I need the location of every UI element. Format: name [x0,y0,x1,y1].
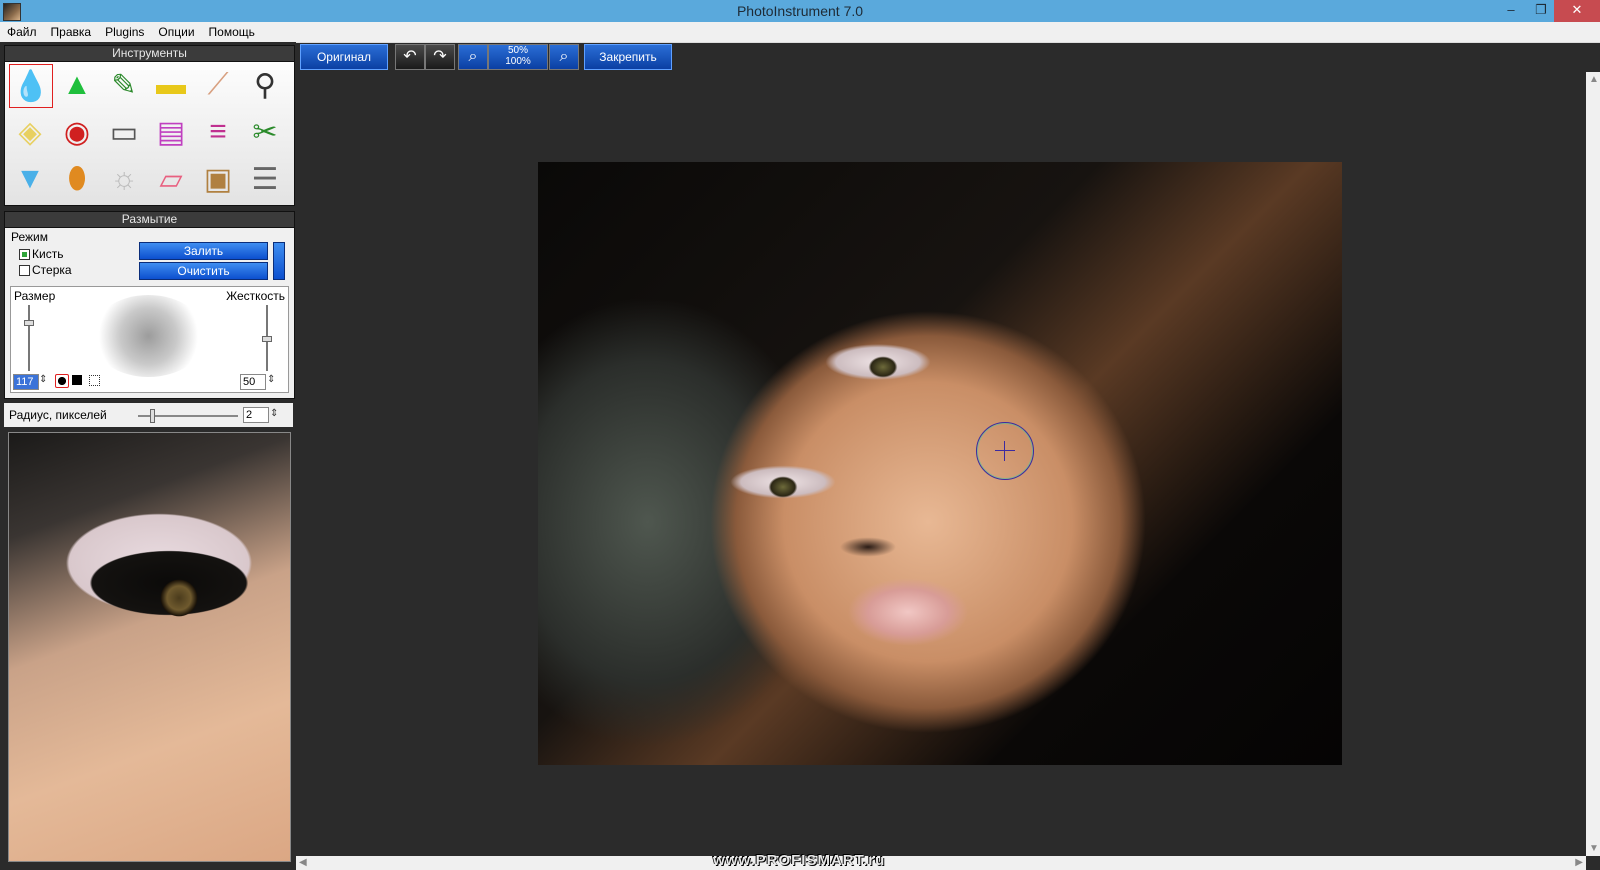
restore-button[interactable]: ❐ [1526,0,1556,22]
finger-smudge-icon[interactable]: ⟋ [197,64,239,106]
zoom-out-icon[interactable]: ⌕ [458,44,488,70]
zoom-in-icon[interactable]: ⌕ [549,44,579,70]
close-button[interactable]: ✕ [1554,0,1600,22]
zoom-level-button[interactable]: 50% 100% [488,44,548,70]
horizontal-scrollbar[interactable]: ◀ ▶ [296,856,1586,870]
eraser-checkbox[interactable] [19,265,30,276]
brush-preview-box: Размер Жесткость 117 ⇕ 50 ⇕ [10,286,289,393]
round-brush-icon[interactable] [55,374,69,388]
hardness-input[interactable]: 50 [240,374,266,390]
red-eye-icon[interactable]: ◉ [56,111,98,153]
watermark: www.PROFISMART.ru [713,852,886,869]
gradient-bw-icon[interactable]: ▭ [103,111,145,153]
radius-slider-thumb[interactable] [150,409,155,423]
fill-button[interactable]: Залить [139,242,268,260]
color-lines-icon[interactable]: ≡ [197,111,239,153]
stamp-icon[interactable]: ▬ [150,64,192,106]
zoom-50-label: 50% [507,45,528,56]
zoom-preview [8,432,291,862]
undo-icon[interactable]: ↶ [395,44,425,70]
menu-options[interactable]: Опции [151,22,201,42]
brush-checkbox[interactable] [19,249,30,260]
scissors-icon[interactable]: ✂ [244,111,286,153]
scroll-right-icon[interactable]: ▶ [1575,857,1583,868]
hardness-slider-thumb[interactable] [262,336,272,342]
menu-help[interactable]: Помощь [202,22,262,42]
clear-button[interactable]: Очистить [139,262,268,280]
bulb-icon[interactable]: ☼ [103,158,145,200]
tv-icon[interactable]: ▣ [197,158,239,200]
mode-toggle-button[interactable] [273,242,285,280]
size-slider-thumb[interactable] [24,320,34,326]
scroll-left-icon[interactable]: ◀ [299,857,307,868]
hardness-label: Жесткость [226,289,285,303]
bottle-icon[interactable]: ⬮ [56,158,98,200]
eraser-icon[interactable]: ▱ [150,158,192,200]
square-brush-icon[interactable] [72,375,82,385]
size-spin-icon[interactable]: ⇕ [39,374,47,385]
pin-icon[interactable]: ⚲ [244,64,286,106]
blur-drop-icon[interactable]: 💧 [9,64,53,108]
tube-icon[interactable]: ▼ [9,158,51,200]
brush-preview-circle [91,295,206,377]
window-title: PhotoInstrument 7.0 [736,3,864,19]
diamond-icon[interactable]: ◈ [9,111,51,153]
size-label: Размер [14,289,56,303]
radius-label: Радиус, пикселей [9,408,107,422]
tools-panel-title: Инструменты [4,45,295,62]
vertical-scrollbar[interactable]: ▲ ▼ [1586,72,1600,856]
fix-button[interactable]: Закрепить [584,44,672,70]
scroll-down-icon[interactable]: ▼ [1589,843,1599,854]
sharpen-cone-icon[interactable]: ▲ [56,64,98,106]
redo-icon[interactable]: ↷ [425,44,455,70]
mode-label: Режим [11,230,48,244]
menu-bar: Файл Правка Plugins Опции Помощь [0,22,1600,43]
original-button[interactable]: Оригинал [300,44,388,70]
minimize-button[interactable]: – [1496,0,1526,22]
size-slider[interactable] [28,305,30,371]
brush-cursor-icon [976,422,1034,480]
selection-brush-icon[interactable] [89,375,100,386]
brushes-icon[interactable]: ✎ [103,64,145,106]
rainbow-icon[interactable]: ▤ [150,111,192,153]
brush-label: Кисть [32,247,64,261]
size-input[interactable]: 117 [13,374,39,390]
scroll-up-icon[interactable]: ▲ [1589,74,1599,85]
text-layers-icon[interactable]: ☰ [244,158,286,200]
eraser-label: Стерка [32,263,72,277]
hardness-spin-icon[interactable]: ⇕ [267,374,275,385]
zoom-100-label: 100% [505,56,531,67]
radius-input[interactable]: 2 [243,407,269,423]
blur-panel-title: Размытие [4,211,295,228]
title-bar: PhotoInstrument 7.0 – ❐ ✕ [0,0,1600,22]
menu-plugins[interactable]: Plugins [98,22,151,42]
photo-image[interactable] [538,162,1342,765]
menu-edit[interactable]: Правка [44,22,99,42]
menu-file[interactable]: Файл [0,22,44,42]
radius-spin-icon[interactable]: ⇕ [270,408,278,419]
tools-grid: 💧 ▲ ✎ ▬ ⟋ ⚲ ◈ ◉ ▭ ▤ ≡ ✂ ▼ ⬮ ☼ ▱ ▣ ☰ [4,61,295,206]
radius-row: Радиус, пикселей 2 ⇕ [4,403,293,427]
